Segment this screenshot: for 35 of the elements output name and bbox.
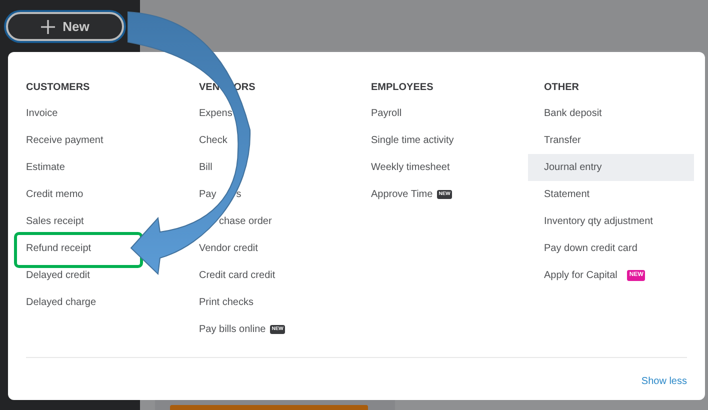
menu-item[interactable]: Pay bills online: [199, 322, 266, 337]
menu-item[interactable]: Expens: [199, 106, 232, 121]
plus-icon: [40, 20, 55, 34]
menu-item[interactable]: Vendor credit: [199, 241, 258, 256]
column-heading: OTHER: [544, 81, 579, 95]
menu-item[interactable]: Journal entry: [544, 160, 602, 175]
menu-item[interactable]: Pay down credit card: [544, 241, 638, 256]
menu-item[interactable]: Approve Time: [371, 187, 433, 202]
menu-item[interactable]: Receive payment: [26, 133, 104, 148]
menu-item[interactable]: Single time activity: [371, 133, 454, 148]
menu-item[interactable]: Invoice: [26, 106, 58, 121]
menu-item[interactable]: Credit memo: [26, 187, 84, 202]
menu-item[interactable]: chase order: [219, 214, 272, 229]
menu-item[interactable]: Payroll: [371, 106, 402, 121]
menu-item[interactable]: Pay: [199, 187, 216, 202]
show-less-link[interactable]: Show less: [641, 374, 687, 389]
menu-item[interactable]: Bill: [199, 160, 212, 175]
menu-item[interactable]: Statement: [544, 187, 590, 202]
menu-item[interactable]: Inventory qty adjustment: [544, 214, 653, 229]
menu-item[interactable]: Weekly timesheet: [371, 160, 450, 175]
menu-item[interactable]: Delayed credit: [26, 268, 90, 283]
menu-item[interactable]: Sales receipt: [26, 214, 84, 229]
menu-item[interactable]: Delayed charge: [26, 295, 96, 310]
menu-item[interactable]: Estimate: [26, 160, 65, 175]
menu-item[interactable]: s: [236, 187, 242, 202]
menu-item[interactable]: Refund receipt: [26, 241, 92, 256]
column-heading: CUSTOMERS: [26, 81, 90, 95]
new-button[interactable]: New: [6, 12, 124, 41]
menu-item[interactable]: Transfer: [544, 133, 581, 148]
menu-item[interactable]: Print checks: [199, 295, 254, 310]
menu-item[interactable]: Credit card credit: [199, 268, 276, 283]
menu-item[interactable]: Check: [199, 133, 228, 148]
menu-item[interactable]: Apply for Capital: [544, 268, 618, 283]
column-heading: EMPLOYEES: [371, 81, 434, 95]
menu-item[interactable]: Bank deposit: [544, 106, 602, 121]
